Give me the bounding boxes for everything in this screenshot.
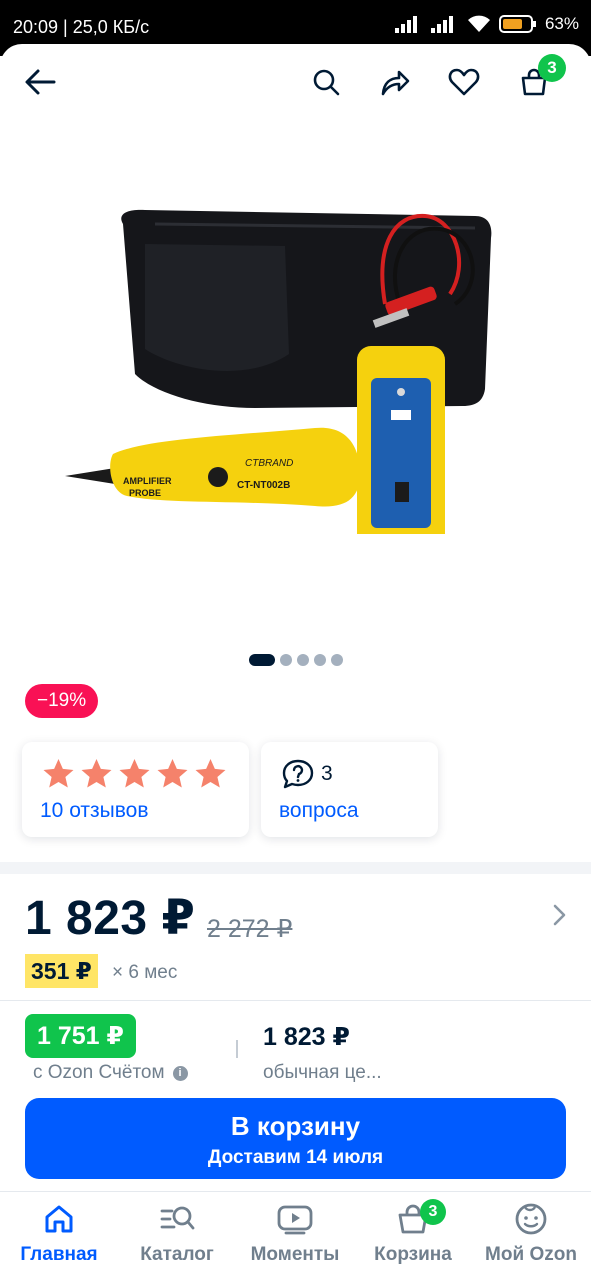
nav-item-home[interactable]: Главная xyxy=(0,1202,118,1266)
heart-icon xyxy=(448,68,480,96)
regular-price-label: обычная це... xyxy=(263,1062,382,1083)
status-left: 20:09 | 25,0 КБ/с xyxy=(13,17,150,37)
nav-label-home: Главная xyxy=(20,1244,98,1265)
price-details-button[interactable] xyxy=(548,902,570,933)
share-icon xyxy=(381,70,410,96)
ozon-account-label-row[interactable]: с Ozon Счётом i xyxy=(33,1062,188,1084)
wifi-icon xyxy=(467,15,490,32)
profile-face-icon xyxy=(515,1203,547,1235)
cart-count-badge: 3 xyxy=(538,54,566,82)
vertical-separator xyxy=(236,1040,238,1058)
status-time: 20:09 xyxy=(13,17,59,37)
signal-icon xyxy=(394,16,417,33)
nav-label-moments: Моменты xyxy=(250,1244,340,1265)
installment-amount[interactable]: 351 ₽ xyxy=(25,954,98,988)
nav-item-catalog[interactable]: Каталог xyxy=(118,1202,236,1266)
play-icon xyxy=(277,1205,313,1235)
questions-card[interactable]: 3 вопроса xyxy=(261,742,438,837)
questions-link[interactable]: вопроса xyxy=(279,799,359,823)
search-button[interactable] xyxy=(306,62,346,102)
status-speed: 25,0 КБ/с xyxy=(72,17,150,37)
svg-text:CTBRAND: CTBRAND xyxy=(245,458,293,469)
delivery-date-label: Доставим 14 июля xyxy=(207,1147,384,1168)
pager-dot[interactable] xyxy=(331,654,343,666)
ozon-account-price[interactable]: 1 751 ₽ xyxy=(25,1014,136,1058)
pager-dot-active[interactable] xyxy=(249,654,275,666)
favorite-button[interactable] xyxy=(444,62,484,102)
svg-text:CT-NT002B: CT-NT002B xyxy=(237,480,290,491)
section-divider xyxy=(0,862,591,874)
status-right: 63% xyxy=(394,14,579,34)
discount-badge: −19% xyxy=(25,684,99,718)
nav-item-cart[interactable]: 3 Корзина xyxy=(354,1199,472,1266)
cart-button[interactable]: 3 xyxy=(514,54,566,102)
nav-cart-badge: 3 xyxy=(420,1199,446,1225)
ozon-account-label: с Ozon Счётом xyxy=(33,1062,165,1083)
battery-icon xyxy=(498,15,536,33)
chevron-right-icon xyxy=(553,904,566,926)
question-bubble-icon xyxy=(282,759,314,789)
nav-label-cart: Корзина xyxy=(374,1244,452,1265)
product-page: 3 AMPLIFIER PROBE CTBRAND CT-NT002B −19%… xyxy=(0,44,591,1280)
info-icon[interactable]: i xyxy=(172,1065,188,1081)
reviews-link[interactable]: 10 отзывов xyxy=(40,799,149,823)
back-arrow-icon xyxy=(25,69,56,95)
nav-item-moments[interactable]: Моменты xyxy=(236,1202,354,1266)
share-button[interactable] xyxy=(375,62,415,102)
home-icon xyxy=(45,1205,73,1233)
image-pager[interactable] xyxy=(249,654,343,666)
add-to-cart-label: В корзину xyxy=(230,1111,361,1141)
star-icon xyxy=(43,759,74,788)
current-price: 1 823 ₽ xyxy=(25,892,196,945)
questions-row: 3 xyxy=(281,758,333,790)
nav-item-profile[interactable]: Мой Ozon xyxy=(472,1202,590,1266)
product-photo: AMPLIFIER PROBE CTBRAND CT-NT002B xyxy=(65,209,492,566)
svg-text:AMPLIFIER: AMPLIFIER xyxy=(123,476,172,486)
pager-dot[interactable] xyxy=(280,654,292,666)
questions-count: 3 xyxy=(321,762,333,785)
catalog-search-icon xyxy=(160,1206,195,1230)
battery-percent: 63% xyxy=(544,14,579,33)
nav-label-catalog: Каталог xyxy=(140,1244,214,1265)
star-icon xyxy=(119,759,150,788)
top-bar: 3 xyxy=(0,44,591,120)
svg-text:PROBE: PROBE xyxy=(129,488,161,498)
pager-dot[interactable] xyxy=(297,654,309,666)
star-icon xyxy=(157,759,188,788)
installment-term: × 6 мес xyxy=(112,962,178,983)
signal-icon-2 xyxy=(430,16,453,33)
add-to-cart-button[interactable]: В корзину Доставим 14 июля xyxy=(25,1098,566,1179)
rating-card[interactable]: 10 отзывов xyxy=(22,742,249,837)
search-icon xyxy=(313,69,340,96)
star-icon xyxy=(195,759,226,788)
divider-line xyxy=(0,1000,591,1001)
product-image[interactable]: AMPLIFIER PROBE CTBRAND CT-NT002B xyxy=(55,154,515,566)
bottom-navigation: Главная Каталог Моменты 3 Корзина Мой Oz… xyxy=(0,1191,591,1280)
nav-label-profile: Мой Ozon xyxy=(485,1244,577,1265)
regular-price: 1 823 ₽ xyxy=(263,1023,350,1051)
star-icon xyxy=(81,759,112,788)
rating-stars xyxy=(40,756,229,792)
pager-dot[interactable] xyxy=(314,654,326,666)
old-price: 2 272 ₽ xyxy=(207,915,293,943)
back-button[interactable] xyxy=(20,62,60,102)
